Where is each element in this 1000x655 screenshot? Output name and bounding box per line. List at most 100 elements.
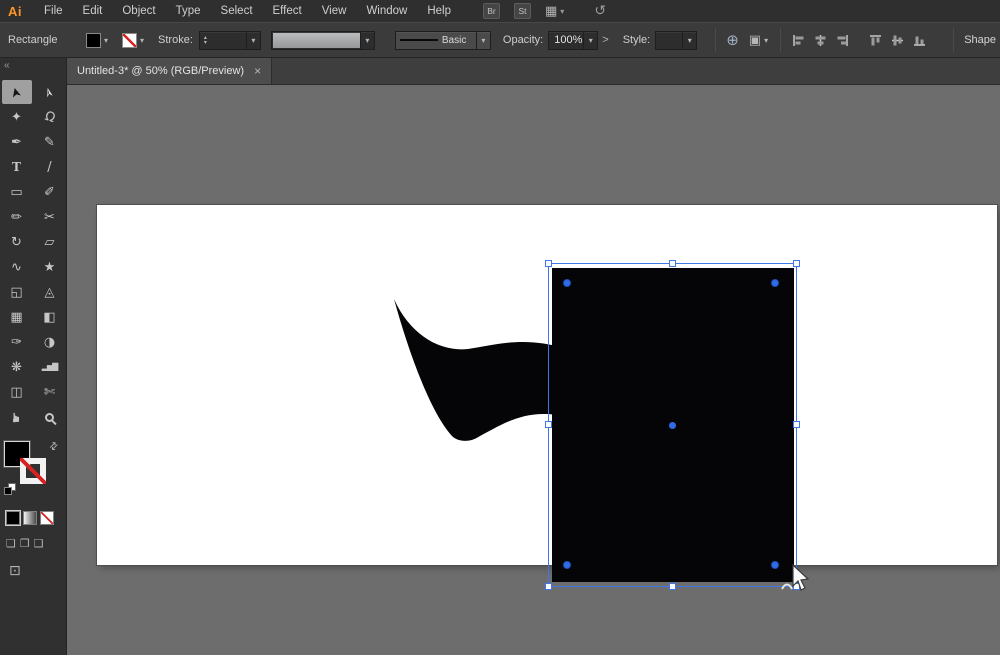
selection-handle-bottom-middle[interactable]: [668, 583, 676, 590]
magic-wand-tool-icon: ✦: [11, 109, 22, 125]
corner-widget-bottom-left[interactable]: [563, 561, 571, 569]
menu-item-help[interactable]: Help: [417, 0, 461, 22]
corner-widget-bottom-right[interactable]: [771, 561, 779, 569]
pen-tool[interactable]: ✒: [2, 130, 32, 154]
rotate-tool[interactable]: ↻: [2, 230, 32, 254]
selection-bounding-box[interactable]: [545, 260, 800, 590]
draw-inside-button[interactable]: ❑: [34, 537, 44, 550]
tab-close-icon[interactable]: ×: [254, 65, 261, 77]
curvature-tool[interactable]: ✎: [35, 130, 65, 154]
rectangle-tool[interactable]: ▭: [2, 180, 32, 204]
direct-selection-tool[interactable]: ➢: [35, 80, 65, 104]
document-tab[interactable]: Untitled-3* @ 50% (RGB/Preview) ×: [67, 58, 273, 84]
stock-icon[interactable]: St: [514, 3, 531, 19]
menu-item-object[interactable]: Object: [112, 0, 165, 22]
selection-handle-middle-left[interactable]: [545, 421, 552, 428]
blend-tool[interactable]: ◑: [35, 330, 65, 354]
menu-item-view[interactable]: View: [312, 0, 357, 22]
opacity-value[interactable]: 100%: [549, 34, 583, 46]
selection-handle-top-middle[interactable]: [668, 260, 676, 267]
paintbrush-tool[interactable]: ✐: [35, 180, 65, 204]
quick-actions-control[interactable]: ▣ ▾: [749, 33, 768, 48]
align-vertical-top-button[interactable]: [866, 30, 885, 51]
shape-builder-tool[interactable]: ◱: [2, 280, 32, 304]
perspective-grid-tool[interactable]: ◬: [35, 280, 65, 304]
opacity-label[interactable]: Opacity:: [503, 34, 543, 46]
graphic-style-combo[interactable]: ▾: [655, 30, 698, 50]
selection-handle-middle-right[interactable]: [793, 421, 800, 428]
align-horizontal-right-button[interactable]: [833, 30, 852, 51]
menu-item-effect[interactable]: Effect: [263, 0, 312, 22]
draw-normal-button[interactable]: ❏: [6, 537, 16, 550]
center-point[interactable]: [669, 421, 676, 429]
opacity-dropdown[interactable]: ▾: [583, 31, 597, 49]
align-vertical-bottom-button[interactable]: [910, 30, 929, 51]
menu-item-select[interactable]: Select: [211, 0, 263, 22]
workspace-switcher[interactable]: ▦ ▾: [545, 4, 564, 19]
artboard-tool[interactable]: ◫: [2, 380, 32, 404]
hand-tool[interactable]: ☛: [2, 405, 32, 429]
menu-item-type[interactable]: Type: [166, 0, 211, 22]
swap-fill-stroke-icon[interactable]: ⇄: [47, 440, 61, 454]
slice-tool[interactable]: ✄: [35, 380, 65, 404]
brush-dropdown[interactable]: ▾: [475, 31, 490, 49]
sync-icon[interactable]: ↺: [594, 3, 606, 19]
symbol-sprayer-tool[interactable]: ❋: [2, 355, 32, 379]
brush-definition-combo[interactable]: Basic ▾: [394, 30, 491, 50]
width-tool[interactable]: ∿: [2, 255, 32, 279]
fill-color-control[interactable]: ▾: [86, 32, 109, 48]
chevron-down-icon: ▾: [104, 35, 109, 45]
screen-mode-button[interactable]: ⊡: [9, 563, 21, 579]
opacity-combo[interactable]: 100% ▾: [548, 30, 599, 50]
stroke-color-control[interactable]: ▾: [122, 32, 144, 48]
default-fill-stroke-button[interactable]: [4, 483, 18, 497]
menu-item-edit[interactable]: Edit: [73, 0, 113, 22]
stroke-color-box[interactable]: [20, 458, 46, 484]
bridge-icon[interactable]: Br: [483, 3, 500, 19]
opacity-flyout-button[interactable]: >: [598, 34, 612, 46]
shape-panel-label[interactable]: Shape: [962, 34, 1000, 46]
stroke-weight-stepper[interactable]: ▴ ▾: [200, 35, 211, 46]
eyedropper-tool[interactable]: ✑: [2, 330, 32, 354]
curved-shape[interactable]: [394, 299, 567, 441]
gradient-tool[interactable]: ◧: [35, 305, 65, 329]
stroke-swatch-none[interactable]: [122, 32, 138, 48]
fill-swatch[interactable]: [86, 32, 101, 48]
line-segment-tool-icon: /: [47, 159, 52, 175]
draw-behind-button[interactable]: ❐: [20, 537, 30, 550]
align-horizontal-center-button[interactable]: [811, 30, 830, 51]
width-profile-dropdown[interactable]: ▾: [359, 31, 374, 49]
scissors-tool[interactable]: ✂: [35, 205, 65, 229]
stroke-weight-dropdown[interactable]: ▾: [245, 31, 260, 49]
selection-handle-top-left[interactable]: [545, 260, 552, 267]
zoom-tool[interactable]: [35, 405, 65, 429]
align-horizontal-left-button[interactable]: [789, 30, 808, 51]
column-graph-tool[interactable]: ▂▅▇: [35, 355, 65, 379]
panel-collapse-button[interactable]: «: [0, 58, 66, 74]
mesh-tool[interactable]: ▦: [2, 305, 32, 329]
selection-tool[interactable]: ➤: [1, 80, 32, 104]
graphic-style-dropdown[interactable]: ▾: [682, 31, 696, 49]
corner-widget-top-right[interactable]: [771, 279, 779, 287]
selection-handle-top-right[interactable]: [793, 260, 800, 267]
recolor-artwork-icon[interactable]: ⊕: [726, 31, 739, 49]
lasso-tool[interactable]: Ω: [35, 105, 65, 129]
canvas[interactable]: [67, 85, 1000, 655]
type-tool[interactable]: T: [2, 155, 32, 179]
shaper-tool[interactable]: ★: [35, 255, 65, 279]
menu-item-window[interactable]: Window: [356, 0, 417, 22]
line-segment-tool[interactable]: /: [35, 155, 65, 179]
corner-widget-top-left[interactable]: [563, 279, 571, 287]
color-button[interactable]: [6, 511, 20, 525]
none-button[interactable]: [40, 511, 54, 525]
pencil-tool[interactable]: ✏: [2, 205, 32, 229]
magic-wand-tool[interactable]: ✦: [2, 105, 32, 129]
gradient-button[interactable]: [23, 511, 37, 525]
stroke-weight-combo[interactable]: ▴ ▾ ▾: [198, 30, 261, 50]
selection-handle-bottom-left[interactable]: [545, 583, 552, 590]
width-profile-combo[interactable]: ▾: [270, 30, 375, 50]
align-vertical-center-button[interactable]: [888, 30, 907, 51]
menu-item-file[interactable]: File: [34, 0, 73, 22]
free-transform-tool[interactable]: ▱: [35, 230, 65, 254]
stroke-weight-label[interactable]: Stroke:: [158, 34, 193, 46]
